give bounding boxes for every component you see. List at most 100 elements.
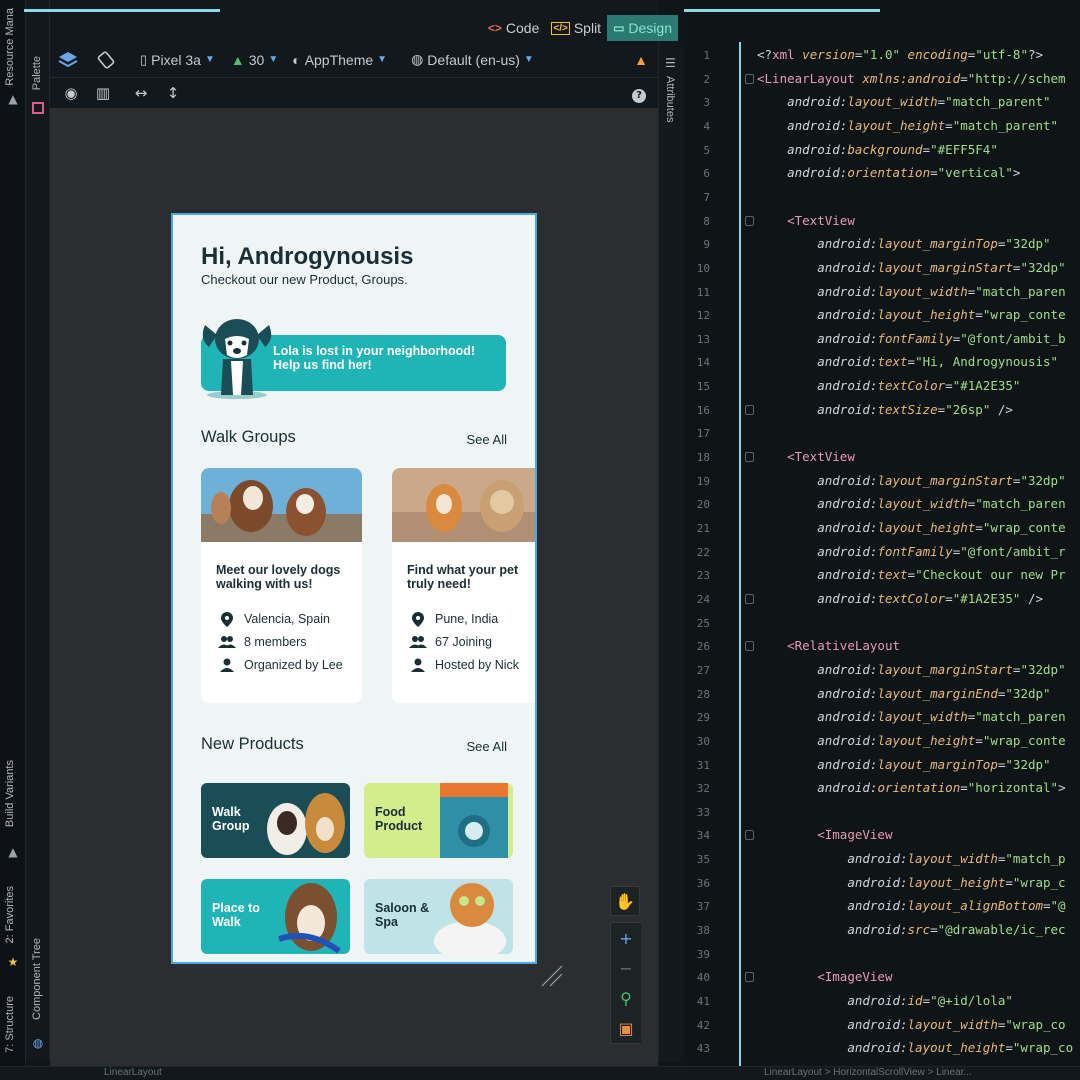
code-line[interactable]: 23 android:text="Checkout our new Pr	[684, 564, 1080, 588]
code-line[interactable]: 22 android:fontFamily="@font/ambit_r	[684, 541, 1080, 565]
code-line[interactable]: 12 android:layout_height="wrap_conte	[684, 304, 1080, 328]
code-line[interactable]: 9 android:layout_marginTop="32dp"	[684, 233, 1080, 257]
code-line[interactable]: 1 <?xml version="1.0" encoding="utf-8"?>	[684, 44, 1080, 68]
pan-button[interactable]: ✋	[610, 886, 640, 916]
favorites-tab[interactable]: 2: Favorites	[4, 886, 16, 943]
product-tile-place-to-walk[interactable]: Place to Walk	[201, 879, 350, 954]
code-line[interactable]: 35 android:layout_width="match_p	[684, 848, 1080, 872]
dogs-photo	[267, 793, 345, 855]
structure-tab[interactable]: 7: Structure	[4, 996, 16, 1053]
code-line[interactable]: 42 android:layout_width="wrap_co	[684, 1014, 1080, 1038]
device-selector[interactable]: ▯ Pixel 3a ▼	[140, 52, 215, 68]
code-line[interactable]: 25	[684, 612, 1080, 636]
code-line[interactable]: 11 android:layout_width="match_paren	[684, 281, 1080, 305]
code-line[interactable]: 20 android:layout_width="match_paren	[684, 493, 1080, 517]
vertical-resize-button[interactable]: ↕	[162, 84, 184, 102]
code-line[interactable]: 33	[684, 801, 1080, 825]
code-line[interactable]: 10 android:layout_marginStart="32dp"	[684, 257, 1080, 281]
resource-manager-tab[interactable]: Resource Mana	[4, 8, 16, 86]
code-editor[interactable]: 1 <?xml version="1.0" encoding="utf-8"?> 2…	[684, 0, 1080, 1066]
fold-marker-icon[interactable]	[745, 593, 754, 604]
orientation-button[interactable]	[96, 50, 116, 70]
design-view-button[interactable]: ▭ Design	[607, 15, 678, 41]
code-line[interactable]: 29 android:layout_width="match_paren	[684, 706, 1080, 730]
code-line[interactable]: 5 android:background="#EFF5F4"	[684, 139, 1080, 163]
attributes-tab[interactable]: Attributes	[664, 76, 676, 122]
eye-button[interactable]: ◉	[60, 84, 82, 102]
code-line[interactable]: 38 android:src="@drawable/ic_rec	[684, 919, 1080, 943]
code-line[interactable]: 36 android:layout_height="wrap_c	[684, 872, 1080, 896]
product-tile-food-product[interactable]: Food Product	[364, 783, 513, 858]
code-line[interactable]: 21 android:layout_height="wrap_conte	[684, 517, 1080, 541]
line-number: 12	[696, 309, 710, 323]
code-line[interactable]: 17	[684, 422, 1080, 446]
palette-tab[interactable]: Palette	[31, 56, 43, 90]
code-line[interactable]: 30 android:layout_height="wrap_conte	[684, 730, 1080, 754]
code-text: android:layout_marginEnd="32dp"	[817, 685, 1051, 701]
locale-selector[interactable]: ◍ Default (en-us) ▼	[411, 51, 534, 68]
code-line[interactable]: 34 <ImageView	[684, 824, 1080, 848]
code-line[interactable]: 24 android:textColor="#1A2E35" />	[684, 588, 1080, 612]
theme-selector[interactable]: ◐ AppTheme ▼	[292, 52, 387, 68]
breadcrumb-right[interactable]: LinearLayout > HorizontalScrollView > Li…	[764, 1067, 972, 1078]
code-line[interactable]: 15 android:textColor="#1A2E35"	[684, 375, 1080, 399]
split-view-button[interactable]: </> Split	[545, 15, 607, 41]
line-number: 9	[703, 238, 710, 252]
walk-groups-see-all[interactable]: See All	[467, 432, 507, 447]
zoom-out-button[interactable]: −	[611, 953, 641, 983]
fold-marker-icon[interactable]	[745, 972, 754, 983]
zoom-in-button[interactable]: +	[611, 923, 641, 953]
breadcrumb-left[interactable]: LinearLayout	[104, 1067, 162, 1078]
api-selector[interactable]: ▲ 30 ▼	[231, 52, 278, 68]
code-line[interactable]: 28 android:layout_marginEnd="32dp"	[684, 683, 1080, 707]
code-line[interactable]: 14 android:text="Hi, Androgynousis"	[684, 351, 1080, 375]
code-line[interactable]: 3 android:layout_width="match_parent"	[684, 91, 1080, 115]
code-line[interactable]: 19 android:layout_marginStart="32dp"	[684, 470, 1080, 494]
code-view-button[interactable]: <> Code	[482, 15, 545, 41]
code-line[interactable]: 39	[684, 943, 1080, 967]
help-button[interactable]: ?	[628, 84, 650, 103]
code-line[interactable]: 8 <TextView	[684, 210, 1080, 234]
code-line[interactable]: 27 android:layout_marginStart="32dp"	[684, 659, 1080, 683]
fold-marker-icon[interactable]	[745, 641, 754, 652]
code-line[interactable]: 32 android:orientation="horizontal">	[684, 777, 1080, 801]
walk-group-organizer: Organized by Lee	[218, 658, 362, 672]
code-line[interactable]: 43 android:layout_height="wrap_co	[684, 1037, 1080, 1061]
fold-marker-icon[interactable]	[745, 404, 754, 415]
zoom-actual-size-button[interactable]: ▣	[611, 1013, 641, 1043]
code-line[interactable]: 13 android:fontFamily="@font/ambit_b	[684, 328, 1080, 352]
fold-marker-icon[interactable]	[745, 452, 754, 463]
code-line[interactable]: 40 <ImageView	[684, 966, 1080, 990]
horizontal-resize-button[interactable]: ↔	[130, 84, 152, 102]
walk-group-card[interactable]: Find what your pet truly need! Pune, Ind…	[392, 468, 535, 703]
new-products-see-all[interactable]: See All	[467, 739, 507, 754]
walk-group-location-text: Pune, India	[435, 612, 499, 626]
fold-marker-icon[interactable]	[745, 73, 754, 84]
resize-handle-icon[interactable]	[540, 964, 564, 988]
code-line[interactable]: 7	[684, 186, 1080, 210]
code-line[interactable]: 26 <RelativeLayout	[684, 635, 1080, 659]
code-line[interactable]: 31 android:layout_marginTop="32dp"	[684, 754, 1080, 778]
code-line[interactable]: 16 android:textSize="26sp" />	[684, 399, 1080, 423]
fold-marker-icon[interactable]	[745, 215, 754, 226]
code-line[interactable]: 2 <LinearLayout xmlns:android="http://sch…	[684, 68, 1080, 92]
zoom-to-fit-button[interactable]: ⚲	[611, 983, 641, 1013]
code-line[interactable]: 6 android:orientation="vertical">	[684, 162, 1080, 186]
phone-preview[interactable]: Hi, Androgynousis Checkout our new Produ…	[171, 213, 537, 964]
fold-marker-icon[interactable]	[745, 830, 754, 841]
code-line[interactable]: 41 android:id="@+id/lola"	[684, 990, 1080, 1014]
blueprint-button[interactable]: ▥	[92, 84, 114, 102]
layers-button[interactable]	[58, 51, 78, 69]
build-variants-tab[interactable]: Build Variants	[4, 760, 16, 827]
warning-button[interactable]: ▲	[634, 52, 648, 68]
code-text: android:background="#EFF5F4"	[787, 141, 998, 157]
layers-icon	[58, 51, 78, 67]
product-tile-walk-group[interactable]: Walk Group	[201, 783, 350, 858]
code-line[interactable]: 4 android:layout_height="match_parent"	[684, 115, 1080, 139]
walk-group-card[interactable]: Meet our lovely dogs walking with us! Va…	[201, 468, 362, 703]
code-line[interactable]: 18 <TextView	[684, 446, 1080, 470]
product-tile-saloon-spa[interactable]: Saloon & Spa	[364, 879, 513, 954]
code-text: android:layout_marginStart="32dp"	[817, 661, 1066, 677]
code-line[interactable]: 37 android:layout_alignBottom="@	[684, 895, 1080, 919]
component-tree-tab[interactable]: Component Tree	[31, 938, 43, 1020]
